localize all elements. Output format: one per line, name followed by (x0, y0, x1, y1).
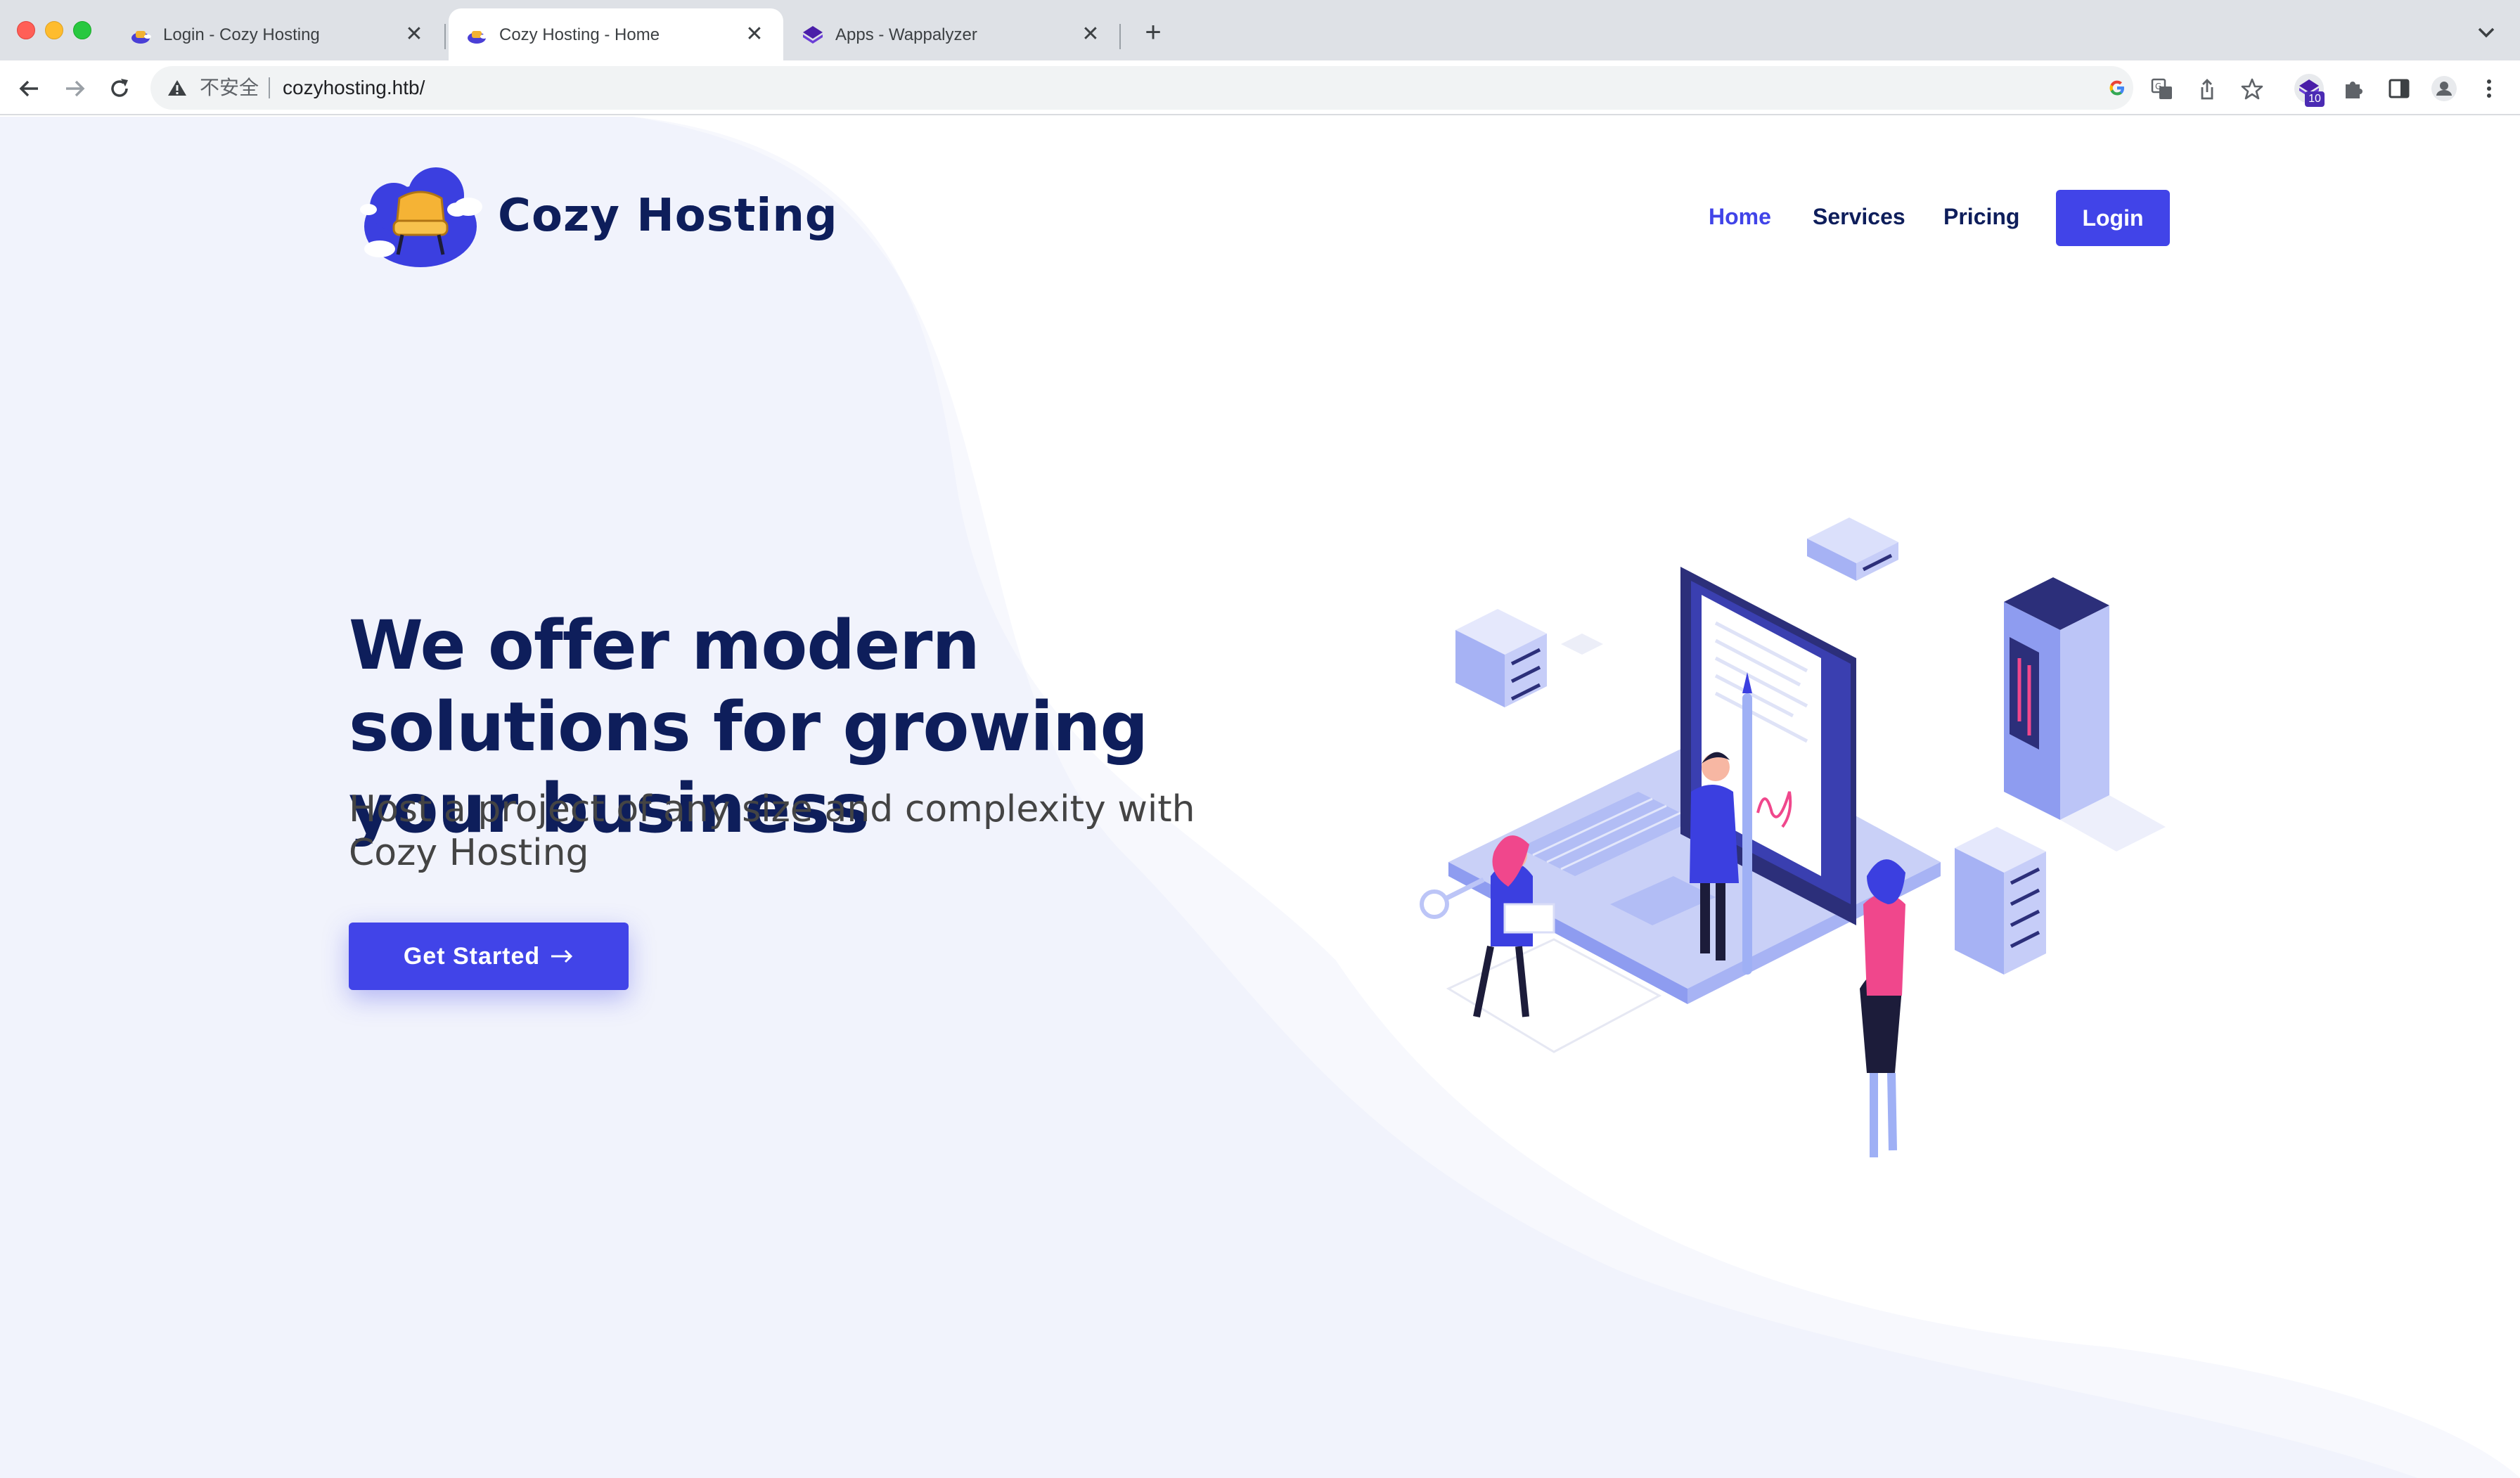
not-secure-warning-icon[interactable] (167, 79, 187, 97)
hero-subtitle: Host a project of any size and complexit… (349, 788, 1195, 874)
svg-text:G: G (2155, 82, 2161, 91)
tab-close-icon[interactable]: ✕ (1079, 23, 1102, 46)
nav-link-pricing[interactable]: Pricing (1943, 204, 2019, 230)
wappalyzer-favicon-icon (803, 26, 823, 44)
nav-link-home[interactable]: Home (1709, 204, 1771, 230)
tab-separator (444, 24, 446, 49)
tab-login[interactable]: Login - Cozy Hosting ✕ (112, 8, 443, 60)
forward-arrow-icon[interactable] (59, 73, 90, 104)
google-icon[interactable] (2105, 76, 2129, 100)
tab-title: Login - Cozy Hosting (163, 25, 320, 44)
cozy-hosting-favicon-icon (131, 31, 151, 44)
translate-icon[interactable]: G (2150, 77, 2174, 101)
login-button[interactable]: Login (2056, 190, 2170, 246)
share-icon[interactable] (2195, 77, 2219, 101)
tab-search-chevron-icon[interactable] (2475, 24, 2498, 41)
browser-chrome: Login - Cozy Hosting ✕ Cozy Hosting - Ho… (0, 0, 2520, 115)
address-divider (269, 77, 270, 98)
tab-wappalyzer[interactable]: Apps - Wappalyzer ✕ (785, 8, 1119, 60)
web-page: Cozy Hosting Home Services Pricing Login… (0, 117, 2520, 1478)
window-maximize-button[interactable] (73, 21, 91, 39)
tab-close-icon[interactable]: ✕ (742, 23, 766, 46)
window-minimize-button[interactable] (45, 21, 63, 39)
get-started-label: Get Started (403, 943, 541, 970)
tab-home[interactable]: Cozy Hosting - Home ✕ (449, 8, 783, 60)
profile-avatar-icon[interactable] (2429, 73, 2460, 104)
cozy-hosting-logo-icon[interactable] (359, 165, 482, 270)
back-arrow-icon[interactable] (14, 73, 45, 104)
get-started-button[interactable]: Get Started (349, 923, 629, 990)
security-status-label[interactable]: 不安全 (200, 77, 259, 99)
window-close-button[interactable] (17, 21, 35, 39)
address-bar[interactable]: 不安全 cozyhosting.htb/ (150, 66, 2133, 110)
extensions-puzzle-icon[interactable] (2339, 73, 2370, 104)
tab-title: Cozy Hosting - Home (499, 25, 660, 44)
nav-link-services[interactable]: Services (1813, 204, 1905, 230)
tab-strip: Login - Cozy Hosting ✕ Cozy Hosting - Ho… (0, 0, 2520, 60)
tab-separator (1119, 24, 1121, 49)
browser-toolbar: 不安全 cozyhosting.htb/ G (0, 60, 2520, 115)
url-text[interactable]: cozyhosting.htb/ (283, 77, 425, 99)
bookmark-star-icon[interactable] (2240, 77, 2264, 101)
extension-badge: 10 (2305, 91, 2325, 107)
tab-title: Apps - Wappalyzer (835, 25, 977, 44)
cozy-hosting-favicon-icon (468, 31, 487, 44)
tab-close-icon[interactable]: ✕ (402, 23, 426, 46)
reload-icon[interactable] (104, 73, 135, 104)
brand[interactable]: Cozy Hosting (359, 165, 837, 277)
new-tab-button[interactable]: + (1139, 18, 1167, 46)
arrow-right-icon (550, 923, 574, 990)
brand-name[interactable]: Cozy Hosting (498, 190, 838, 242)
side-panel-icon[interactable] (2384, 73, 2415, 104)
hero-illustration (1420, 518, 2166, 1157)
browser-menu-kebab-icon[interactable] (2474, 73, 2505, 104)
